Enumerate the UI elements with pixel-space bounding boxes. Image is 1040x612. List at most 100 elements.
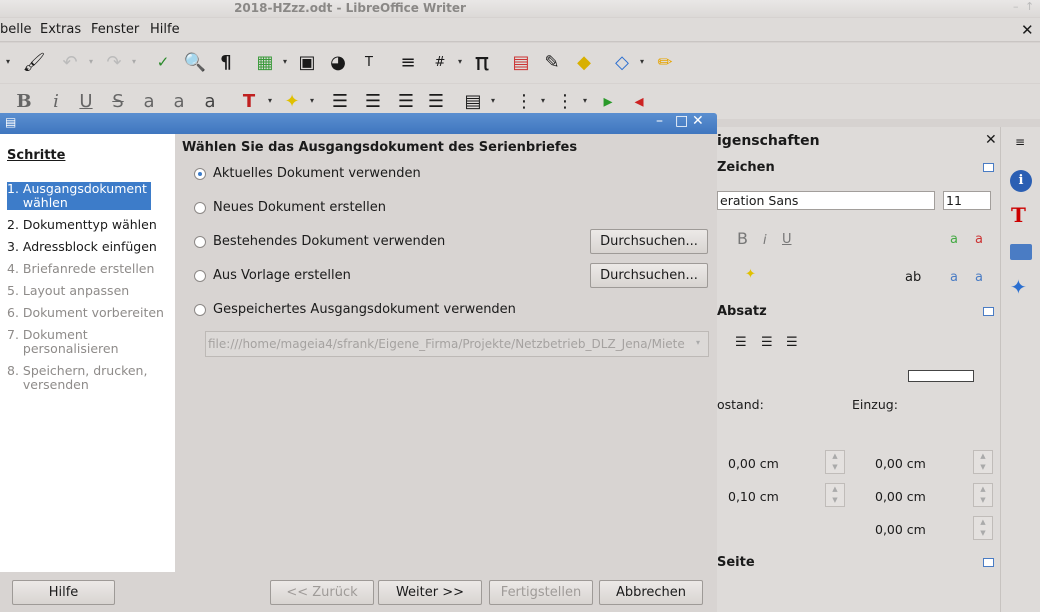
next-button[interactable]: Weiter >>: [378, 580, 482, 605]
spacing-above-value[interactable]: 0,00 cm: [728, 456, 779, 471]
maximize-icon[interactable]: ↑: [1025, 0, 1034, 13]
sidebar-bold-icon[interactable]: B: [737, 229, 748, 248]
saved-document-path: file:///home/mageia4/sfrank/Eigene_Firma…: [208, 337, 685, 351]
insert-table-icon[interactable]: ▦: [253, 50, 277, 74]
shadow-icon[interactable]: a: [198, 89, 222, 113]
radio-existing-document[interactable]: [194, 236, 206, 248]
grow-font-icon[interactable]: a: [950, 232, 958, 247]
browse-template-button[interactable]: Durchsuchen...: [590, 263, 708, 288]
spellcheck-icon[interactable]: ✓: [151, 50, 175, 74]
sidebar-menu-icon[interactable]: ≡: [1015, 135, 1025, 149]
insert-comment-icon[interactable]: ✎: [540, 50, 564, 74]
formatting-marks-icon[interactable]: ¶: [214, 50, 238, 74]
bullets-icon[interactable]: ⋮: [512, 89, 536, 113]
decrease-indent-icon[interactable]: ◂: [627, 89, 651, 113]
spacing-below-spin[interactable]: ▲ ▼: [825, 483, 845, 507]
italic-icon[interactable]: i: [44, 89, 68, 113]
align-left-icon[interactable]: ☰: [328, 89, 352, 113]
insert-formula-icon[interactable]: π: [470, 48, 494, 76]
paragraph-background-color[interactable]: [908, 370, 974, 382]
dialog-close-icon[interactable]: ✕: [692, 113, 704, 129]
indent-before-value[interactable]: 0,00 cm: [875, 456, 926, 471]
draw-functions-icon[interactable]: ✏: [653, 50, 677, 74]
menu-hilfe[interactable]: Hilfe: [150, 22, 180, 37]
strikethrough-icon[interactable]: S: [106, 89, 130, 113]
indent-before-spin[interactable]: ▲ ▼: [973, 450, 993, 474]
first-line-indent-value[interactable]: 0,00 cm: [875, 522, 926, 537]
insert-footnote-icon[interactable]: ▤: [509, 50, 533, 74]
find-replace-icon[interactable]: 🔍: [183, 50, 207, 74]
first-line-indent-spin[interactable]: ▲ ▼: [973, 516, 993, 540]
justify-icon[interactable]: ☰: [424, 89, 448, 113]
more-options-icon[interactable]: [983, 163, 994, 172]
highlight-icon[interactable]: ✦: [280, 89, 304, 113]
align-right-icon[interactable]: ☰: [394, 89, 418, 113]
font-size-combo[interactable]: 11: [943, 191, 991, 210]
sidebar-underline-icon[interactable]: U: [782, 232, 792, 247]
step-3[interactable]: 3. Adressblock einfügen: [7, 240, 157, 254]
page-break-icon[interactable]: ≡: [396, 50, 420, 74]
increase-indent-icon[interactable]: ▸: [596, 89, 620, 113]
menu-tabelle[interactable]: belle: [0, 22, 31, 37]
numbering-icon[interactable]: ⋮: [553, 89, 577, 113]
insert-field-icon[interactable]: #: [428, 50, 452, 74]
sidebar-spacing-icon[interactable]: ab: [905, 270, 921, 285]
cancel-button[interactable]: Abbrechen: [599, 580, 703, 605]
styles-icon[interactable]: T: [1011, 203, 1026, 227]
undo-icon[interactable]: ↶: [58, 50, 82, 74]
navigator-icon[interactable]: ✦: [1010, 275, 1027, 299]
subscript-icon[interactable]: a: [167, 89, 191, 113]
indent-after-value[interactable]: 0,00 cm: [875, 489, 926, 504]
spacing-above-spin[interactable]: ▲ ▼: [825, 450, 845, 474]
bold-icon[interactable]: B: [12, 89, 36, 113]
standard-toolbar: ▾ 🖌 ↶ ▾ ↷ ▾ ✓ 🔍 ¶ ▦ ▾ ▣ ◕ T ≡ # ▾ π ▤ ✎ …: [0, 43, 1040, 83]
radio-new-document[interactable]: [194, 202, 206, 214]
spacing-label: ostand:: [717, 397, 764, 412]
absatz-more-options-icon[interactable]: [983, 307, 994, 316]
basic-shapes-icon[interactable]: ◇: [610, 50, 634, 74]
sidebar-italic-icon[interactable]: i: [763, 233, 767, 248]
gallery-icon[interactable]: [1010, 244, 1032, 260]
redo-icon[interactable]: ↷: [102, 50, 126, 74]
track-changes-icon[interactable]: ◆: [572, 50, 596, 74]
insert-textbox-icon[interactable]: T: [357, 50, 381, 74]
properties-icon[interactable]: i: [1010, 170, 1032, 192]
saved-document-select[interactable]: file:///home/mageia4/sfrank/Eigene_Firma…: [205, 331, 709, 357]
insert-image-icon[interactable]: ▣: [295, 50, 319, 74]
dialog-minimize-icon[interactable]: –: [656, 113, 663, 129]
sidebar-align-right-icon[interactable]: ☰: [761, 335, 773, 350]
dialog-content: Wählen Sie das Ausgangsdokument des Seri…: [175, 134, 717, 572]
sidebar-highlight-icon[interactable]: ✦: [745, 267, 756, 282]
menu-fenster[interactable]: Fenster: [91, 22, 139, 37]
underline-icon[interactable]: U: [74, 89, 98, 113]
sidebar-justify-icon[interactable]: ☰: [786, 335, 798, 350]
superscript-icon[interactable]: a: [137, 89, 161, 113]
seite-more-options-icon[interactable]: [983, 558, 994, 567]
sidebar-close-icon[interactable]: ✕: [985, 132, 997, 148]
spacing-below-value[interactable]: 0,10 cm: [728, 489, 779, 504]
font-color-icon[interactable]: T: [237, 89, 261, 113]
insert-chart-icon[interactable]: ◕: [326, 50, 350, 74]
menu-extras[interactable]: Extras: [40, 22, 81, 37]
sidebar-align-center-icon[interactable]: ☰: [735, 335, 747, 350]
step-1[interactable]: 1. Ausgangsdokument wählen: [7, 182, 151, 210]
sidebar-subscript-icon[interactable]: a: [975, 270, 983, 285]
radio-saved-document[interactable]: [194, 304, 206, 316]
radio-from-template[interactable]: [194, 270, 206, 282]
step-2[interactable]: 2. Dokumenttyp wählen: [7, 218, 157, 232]
line-spacing-icon[interactable]: ▤: [461, 89, 485, 113]
minimize-icon[interactable]: –: [1013, 0, 1019, 13]
step-7: 7. Dokument personalisieren: [7, 327, 119, 356]
browse-existing-button[interactable]: Durchsuchen...: [590, 229, 708, 254]
clone-formatting-icon[interactable]: 🖌: [22, 50, 46, 74]
align-center-icon[interactable]: ☰: [361, 89, 385, 113]
radio-current-document[interactable]: [194, 168, 206, 180]
step-5: 5. Layout anpassen: [7, 283, 130, 298]
indent-after-spin[interactable]: ▲ ▼: [973, 483, 993, 507]
sidebar-superscript-icon[interactable]: a: [950, 270, 958, 285]
close-document-icon[interactable]: ✕: [1021, 21, 1034, 39]
font-name-combo[interactable]: eration Sans: [717, 191, 935, 210]
shrink-font-icon[interactable]: a: [975, 232, 983, 247]
dialog-maximize-icon[interactable]: □: [675, 113, 688, 129]
help-button[interactable]: Hilfe: [12, 580, 115, 605]
